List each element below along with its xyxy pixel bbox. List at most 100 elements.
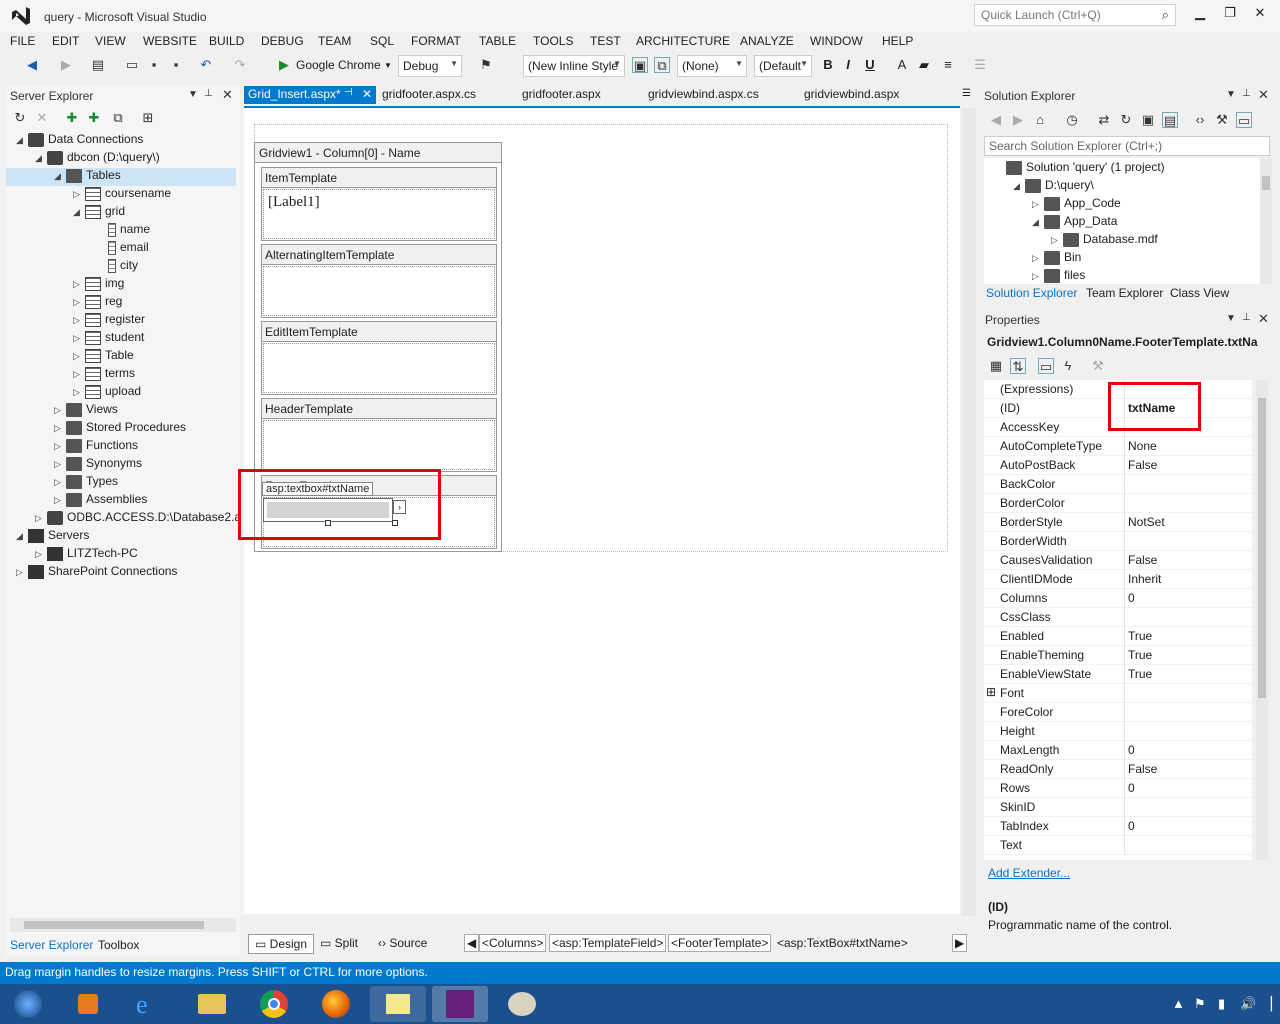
italic-button[interactable]: I xyxy=(840,57,856,73)
menu-file[interactable]: FILE xyxy=(10,34,35,48)
property-row[interactable]: TabIndex 0 xyxy=(984,817,1252,836)
action-center-icon[interactable]: ⚑ xyxy=(1194,996,1206,1012)
template-body[interactable] xyxy=(263,266,495,316)
properties-view-icon[interactable]: ▭ xyxy=(1038,358,1054,374)
property-row[interactable]: BorderStyle NotSet xyxy=(984,513,1252,532)
property-row[interactable]: EnableTheming True xyxy=(984,646,1252,665)
property-row[interactable]: BackColor xyxy=(984,475,1252,494)
tab-toolbox[interactable]: Toolbox xyxy=(98,938,139,952)
paint-icon[interactable] xyxy=(494,986,550,1022)
collapsed-arrow-icon[interactable]: ▷ xyxy=(54,459,66,470)
refresh-icon[interactable]: ↻ xyxy=(1118,112,1134,128)
expand-arrow-icon[interactable]: ▷ xyxy=(1032,199,1044,210)
property-row[interactable]: Text xyxy=(984,836,1252,855)
bullets-icon[interactable]: ☰ xyxy=(972,57,988,73)
property-row[interactable]: ReadOnly False xyxy=(984,760,1252,779)
property-value[interactable]: 0 xyxy=(1128,743,1135,757)
item-template[interactable]: ItemTemplate [Label1] xyxy=(261,167,497,241)
property-row[interactable]: BorderColor xyxy=(984,494,1252,513)
collapsed-arrow-icon[interactable]: ▷ xyxy=(16,567,28,578)
font-color-icon[interactable]: A xyxy=(894,57,910,73)
tab-overflow-icon[interactable]: ☰ xyxy=(962,88,971,99)
alternating-item-template[interactable]: AlternatingItemTemplate xyxy=(261,244,497,318)
highlight-icon[interactable]: ▰ xyxy=(916,57,932,73)
chrome-icon[interactable] xyxy=(246,986,302,1022)
azure-icon[interactable]: ⊞ xyxy=(140,110,156,126)
tree-node[interactable]: ▷ img xyxy=(6,276,236,294)
save-all-icon[interactable]: ▪ xyxy=(168,57,184,73)
expand-arrow-icon[interactable]: ◢ xyxy=(1032,217,1044,228)
label-control[interactable]: [Label1] xyxy=(264,190,494,215)
property-value[interactable]: 0 xyxy=(1128,819,1135,833)
close-icon[interactable]: ✕ xyxy=(1258,87,1269,103)
property-value[interactable]: False xyxy=(1128,553,1157,567)
add-extender-link[interactable]: Add Extender... xyxy=(988,866,1070,880)
vertical-scrollbar[interactable] xyxy=(1260,158,1272,284)
menu-tools[interactable]: TOOLS xyxy=(533,34,573,48)
tree-node[interactable]: ▷ Functions xyxy=(6,438,236,456)
expand-arrow-icon[interactable]: ▷ xyxy=(1051,235,1063,246)
expand-arrow-icon[interactable]: ◢ xyxy=(1013,181,1025,192)
connect-sharepoint-icon[interactable]: ⧉ xyxy=(110,110,126,126)
tree-node[interactable]: ▷ ODBC.ACCESS.D:\Database2.a xyxy=(6,510,241,528)
tree-node[interactable]: ▷ Assemblies xyxy=(6,492,236,510)
menu-window[interactable]: WINDOW xyxy=(810,34,863,48)
property-value[interactable]: True xyxy=(1128,648,1152,662)
property-value[interactable]: False xyxy=(1128,458,1157,472)
quick-launch-input[interactable]: Quick Launch (Ctrl+Q) ⌕ xyxy=(974,4,1176,26)
solution-search-input[interactable]: Search Solution Explorer (Ctrl+;) xyxy=(984,136,1270,156)
tree-node[interactable]: email xyxy=(6,240,236,258)
menu-analyze[interactable]: ANALYZE xyxy=(740,34,794,48)
collapsed-arrow-icon[interactable]: ▷ xyxy=(35,549,47,560)
tree-node[interactable]: ▷ LITZTech-PC xyxy=(6,546,236,564)
menu-help[interactable]: HELP xyxy=(882,34,913,48)
pin-icon[interactable]: ⊣ xyxy=(344,87,353,98)
expanded-arrow-icon[interactable]: ◢ xyxy=(73,207,85,218)
file-explorer-icon[interactable] xyxy=(184,986,240,1022)
chevron-down-icon[interactable]: ▼ xyxy=(384,61,392,70)
template-body[interactable] xyxy=(263,420,495,470)
media-player-icon[interactable] xyxy=(60,986,116,1022)
collapsed-arrow-icon[interactable]: ▷ xyxy=(54,441,66,452)
tray-overflow-icon[interactable]: ▲ xyxy=(1172,996,1185,1011)
font-select[interactable]: (Default ▼ xyxy=(754,55,812,77)
tree-node[interactable]: ▷ Synonyms xyxy=(6,456,236,474)
expanded-arrow-icon[interactable]: ◢ xyxy=(54,171,66,182)
bold-button[interactable]: B xyxy=(820,57,836,73)
split-view-button[interactable]: ▭ Split xyxy=(314,934,364,952)
expand-arrow-icon[interactable]: ▷ xyxy=(1032,271,1044,282)
property-row[interactable]: AutoPostBack False xyxy=(984,456,1252,475)
start-button[interactable] xyxy=(2,986,54,1022)
collapsed-arrow-icon[interactable]: ▷ xyxy=(73,387,85,398)
tab-grid-insert[interactable]: Grid_Insert.aspx* ⊣ ✕ xyxy=(244,86,376,104)
collapsed-arrow-icon[interactable]: ▷ xyxy=(73,315,85,326)
tree-node[interactable]: ◢ Servers xyxy=(6,528,236,546)
vertical-scrollbar[interactable] xyxy=(962,108,976,916)
target-select[interactable]: (None) ▼ xyxy=(677,55,747,77)
property-value[interactable]: True xyxy=(1128,667,1152,681)
new-project-icon[interactable]: ▤ xyxy=(90,57,106,73)
tree-node[interactable]: ▷ terms xyxy=(6,366,236,384)
tab-gridviewbind[interactable]: gridviewbind.aspx xyxy=(800,86,903,104)
collapsed-arrow-icon[interactable]: ▷ xyxy=(35,513,47,524)
align-icon[interactable]: ≡ xyxy=(940,57,956,73)
tree-node[interactable]: name xyxy=(6,222,236,240)
design-view-button[interactable]: ▭ Design xyxy=(248,934,315,954)
style-select[interactable]: (New Inline Style ▼ xyxy=(523,55,625,77)
property-value[interactable]: True xyxy=(1128,629,1152,643)
collapsed-arrow-icon[interactable]: ▷ xyxy=(73,297,85,308)
expanded-arrow-icon[interactable]: ◢ xyxy=(16,135,28,146)
restore-button[interactable]: ❐ xyxy=(1218,5,1242,25)
show-desktop-icon[interactable]: ▕ xyxy=(1262,996,1272,1012)
tree-node[interactable]: ▷ Table xyxy=(6,348,236,366)
tree-node[interactable]: ◢ dbcon (D:\query\) xyxy=(6,150,236,168)
categorized-icon[interactable]: ▦ xyxy=(988,358,1004,374)
tree-node[interactable]: ▷ Database.mdf xyxy=(984,232,1158,250)
tree-node[interactable]: ▷ Types xyxy=(6,474,236,492)
tree-node[interactable]: ▷ Views xyxy=(6,402,236,420)
menu-format[interactable]: FORMAT xyxy=(411,34,461,48)
volume-icon[interactable]: 🔊 xyxy=(1240,996,1256,1012)
collapsed-arrow-icon[interactable]: ▷ xyxy=(73,351,85,362)
history-icon[interactable]: ◷ xyxy=(1064,112,1080,128)
collapsed-arrow-icon[interactable]: ▷ xyxy=(73,279,85,290)
